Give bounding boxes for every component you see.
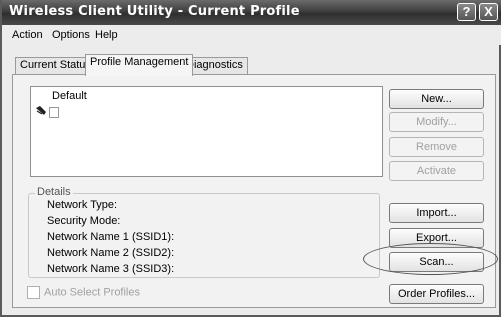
details-group: Details Network Type: Security Mode: Net… (28, 186, 380, 278)
tab-current-status[interactable]: Current Status (15, 57, 96, 74)
help-button[interactable]: ? (457, 3, 476, 21)
profile-name: Default (52, 90, 87, 102)
menu-help[interactable]: Help (95, 29, 118, 41)
new-button[interactable]: New... (389, 89, 484, 109)
menu-bar: Action Options Help (4, 25, 501, 45)
menu-action[interactable]: Action (12, 29, 43, 41)
security-mode-label: Security Mode: (47, 215, 121, 227)
scan-button[interactable]: Scan... (389, 252, 484, 272)
auto-select-profiles[interactable]: Auto Select Profiles (27, 286, 140, 299)
auto-select-checkbox[interactable] (27, 286, 40, 299)
import-button[interactable]: Import... (389, 203, 484, 223)
title-bar: Wireless Client Utility - Current Profil… (2, 0, 501, 25)
close-button[interactable]: X (479, 3, 498, 21)
main-window: Wireless Client Utility - Current Profil… (0, 0, 501, 317)
tab-profile-management[interactable]: Profile Management (85, 54, 194, 76)
order-profiles-button[interactable]: Order Profiles... (389, 284, 484, 304)
ssid3-label: Network Name 3 (SSID3): (47, 263, 175, 275)
export-button[interactable]: Export... (389, 228, 484, 248)
window-title: Wireless Client Utility - Current Profil… (9, 4, 300, 19)
auto-select-label: Auto Select Profiles (44, 286, 140, 299)
menu-options[interactable]: Options (52, 29, 90, 41)
active-profile-icon (36, 106, 59, 118)
remove-button[interactable]: Remove (389, 137, 484, 157)
details-legend: Details (35, 186, 73, 198)
ssid1-label: Network Name 1 (SSID1): (47, 231, 175, 243)
profile-list[interactable]: Default (30, 86, 383, 177)
ssid2-label: Network Name 2 (SSID2): (47, 247, 175, 259)
profile-management-panel: Default New... Modify... Remove Activate… (12, 74, 498, 308)
activate-button[interactable]: Activate (389, 161, 484, 181)
network-type-label: Network Type: (47, 199, 118, 211)
list-item[interactable]: Default (31, 87, 151, 123)
modify-button[interactable]: Modify... (389, 112, 484, 132)
